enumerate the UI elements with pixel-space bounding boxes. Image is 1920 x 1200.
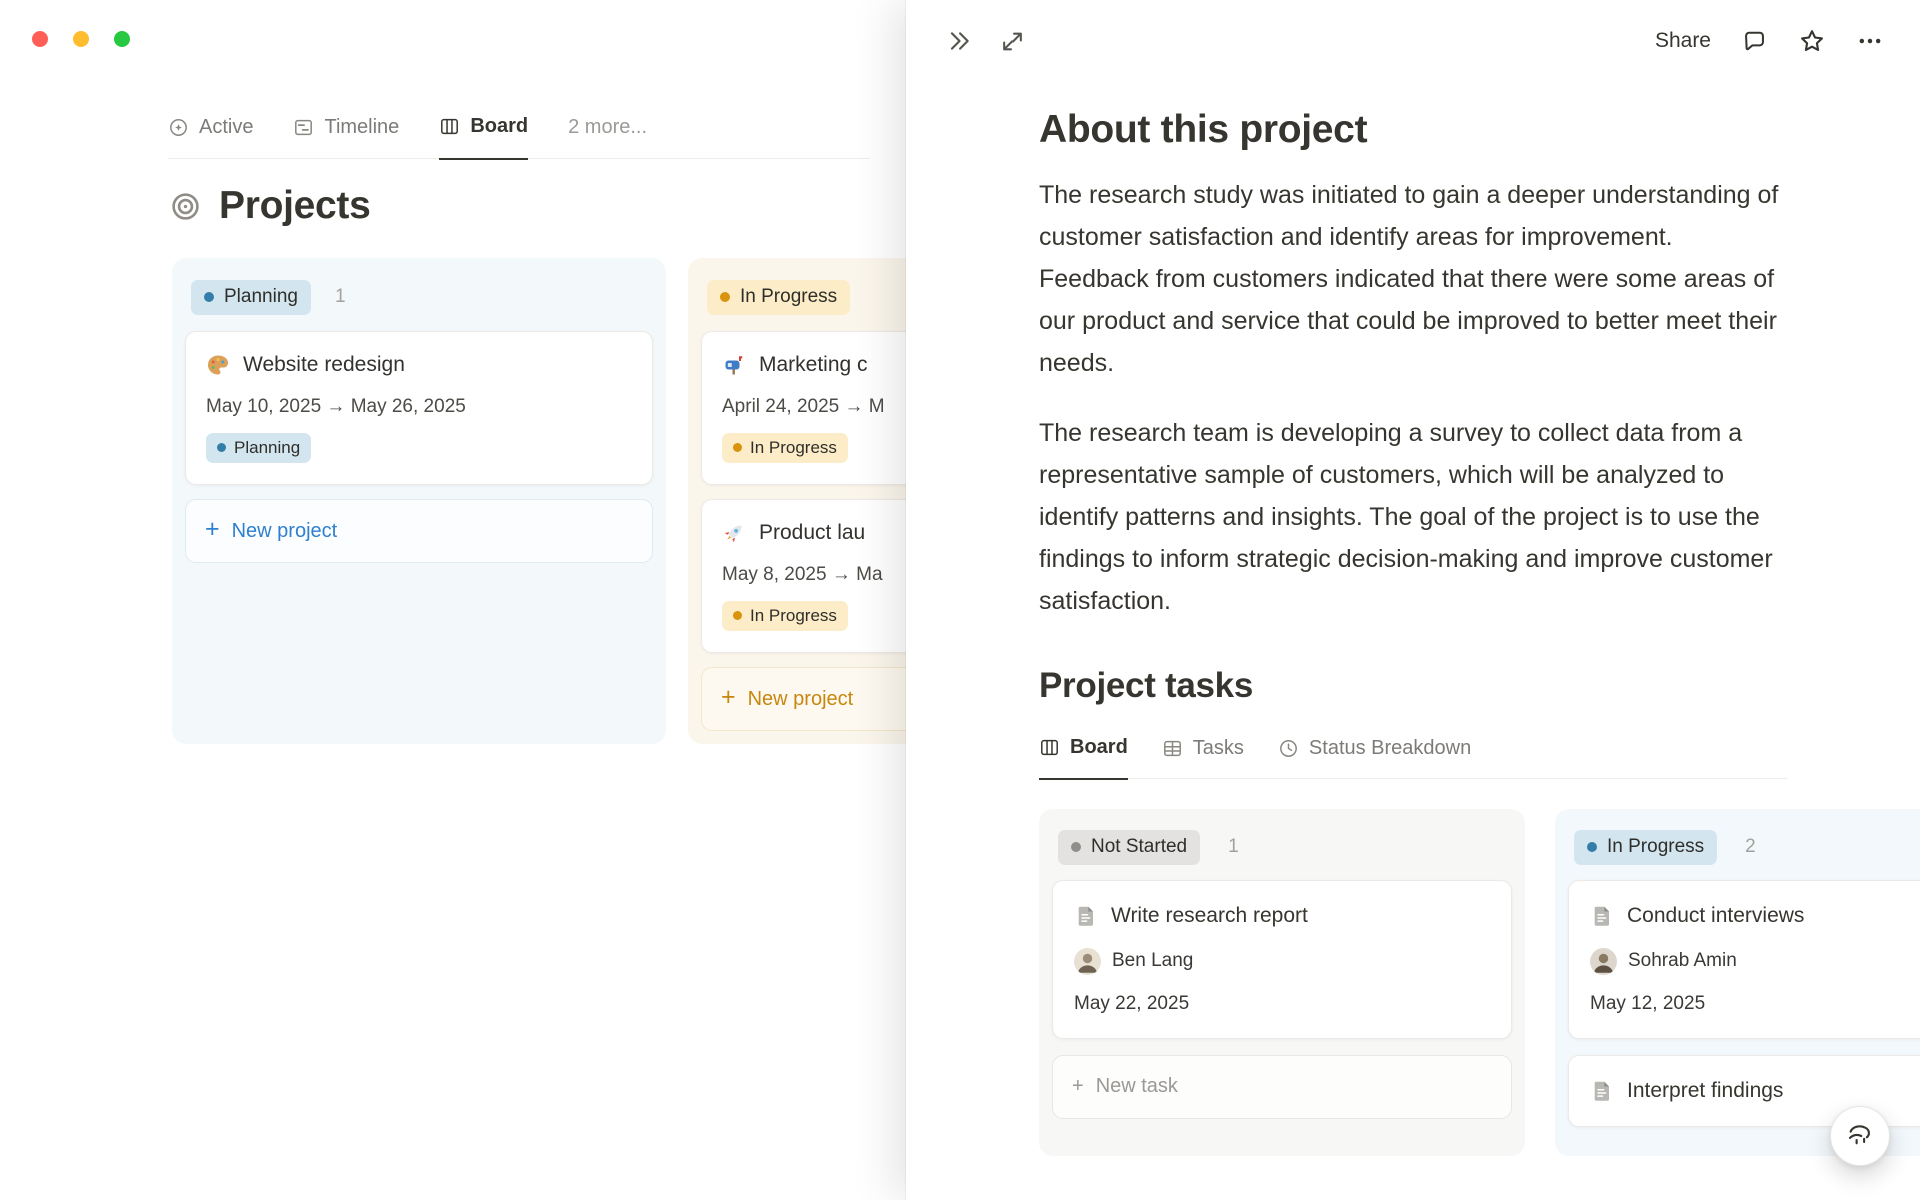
tasks-board: Not Started 1 Write research report Ben … [1039,809,1920,1156]
side-peek-panel: Share About this project The research st… [906,0,1920,1200]
table-icon [1162,738,1183,759]
board-column-planning: Planning 1 Website redesign May 10, 2025… [172,258,666,745]
page-icon [1074,904,1098,928]
task-title: Conduct interviews [1627,903,1805,927]
column-header: Not Started 1 [1052,822,1512,880]
task-card-write-research-report[interactable]: Write research report Ben Lang May 22, 2… [1052,879,1512,1039]
ai-assistant-icon [1845,1121,1875,1151]
doc-paragraph: The research study was initiated to gain… [1039,181,1779,377]
project-card-website-redesign[interactable]: Website redesign May 10, 2025 → May 26, … [185,330,653,485]
doc-paragraph: The research team is developing a survey… [1039,419,1773,615]
status-dot [217,442,226,452]
share-button[interactable]: Share [1655,29,1711,53]
card-title: Marketing c [759,352,868,376]
close-side-peek-button[interactable] [946,28,972,54]
task-view-tabs: Board Tasks Status Breakdown [1039,718,1787,780]
panel-content: About this project The research study wa… [906,82,1920,1200]
more-options-icon[interactable] [1856,27,1884,55]
view-tab-label: Board [470,115,529,138]
view-tab-label: Active [199,115,254,138]
minimize-window-button[interactable] [73,31,89,47]
column-header: In Progress 2 [1568,822,1920,880]
view-tab-active[interactable]: Active [168,96,253,158]
status-dot [720,291,730,302]
page-icon [1590,1079,1614,1103]
card-title: Product lau [759,521,866,544]
assignee-name: Sohrab Amin [1628,950,1737,972]
palette-icon [206,353,230,377]
status-dot [733,611,742,621]
doc-title: About this project [1039,108,1368,151]
zoom-window-button[interactable] [114,31,130,47]
plus-icon: + [205,515,220,543]
view-tabs: Active Timeline Board 2 more... [168,96,870,160]
task-title: Write research report [1111,903,1308,927]
status-dot [1587,841,1597,852]
ai-assistant-button[interactable] [1830,1106,1890,1166]
task-title: Interpret findings [1627,1078,1784,1102]
task-column-in-progress: In Progress 2 Conduct interviews Sohrab … [1555,809,1920,1156]
notion-window: { "left": { "view_tabs": [ { "label": "A… [0,0,1920,1200]
avatar [1590,947,1617,975]
clock-icon [1278,738,1299,759]
view-tab-board[interactable]: Board [439,96,529,160]
target-icon [170,191,201,222]
status-badge-planning[interactable]: Planning [191,280,311,315]
status-dot [1071,841,1081,852]
card-title: Website redesign [243,352,405,376]
status-dot [733,442,742,452]
column-count: 2 [1745,836,1756,858]
expand-icon[interactable] [1000,29,1025,54]
avatar [1074,947,1101,975]
favorite-star-icon[interactable] [1798,27,1826,55]
status-badge-in-progress[interactable]: In Progress [707,280,851,315]
rocket-icon [722,521,746,545]
assignee-name: Ben Lang [1112,950,1194,972]
task-date: May 12, 2025 [1590,992,1706,1014]
page-icon [1590,904,1614,928]
board-icon [1039,737,1060,758]
page-title: Projects [219,184,371,227]
card-status-tag: In Progress [722,601,848,632]
status-dot [204,291,214,302]
column-count: 1 [1228,836,1239,858]
timeline-icon [293,117,314,138]
panel-toolbar: Share [906,0,1920,82]
column-header: Planning 1 [185,272,653,331]
view-tab-timeline[interactable]: Timeline [293,96,399,158]
star-burst-icon [168,117,189,138]
new-task-button[interactable]: + New task [1052,1054,1512,1119]
window-controls [32,31,130,47]
status-badge-in-progress[interactable]: In Progress [1574,830,1718,865]
mailbox-icon [722,353,746,377]
view-tab-label: Timeline [324,115,400,138]
task-tab-status-breakdown[interactable]: Status Breakdown [1278,718,1471,778]
board-icon [439,116,460,137]
card-status-tag: In Progress [722,432,848,463]
close-window-button[interactable] [32,31,48,47]
view-tab-label: 2 more... [568,115,648,138]
comment-icon[interactable] [1741,28,1768,55]
task-column-not-started: Not Started 1 Write research report Ben … [1039,809,1525,1156]
plus-icon: + [721,683,736,712]
status-badge-not-started[interactable]: Not Started [1058,830,1201,865]
task-tab-tasks[interactable]: Tasks [1162,718,1244,778]
column-count: 1 [334,286,346,308]
tasks-heading: Project tasks [1039,666,1253,705]
view-tab-more[interactable]: 2 more... [568,96,647,158]
task-card-conduct-interviews[interactable]: Conduct interviews Sohrab Amin May 12, 2… [1568,879,1920,1039]
card-status-tag: Planning [206,432,312,463]
task-tab-board[interactable]: Board [1039,718,1128,780]
card-dates: May 10, 2025 → May 26, 2025 [206,395,466,417]
task-date: May 22, 2025 [1074,992,1190,1014]
page-title-row: Projects [170,184,371,228]
new-project-button[interactable]: + New project [185,499,653,563]
plus-icon: + [1072,1075,1084,1098]
